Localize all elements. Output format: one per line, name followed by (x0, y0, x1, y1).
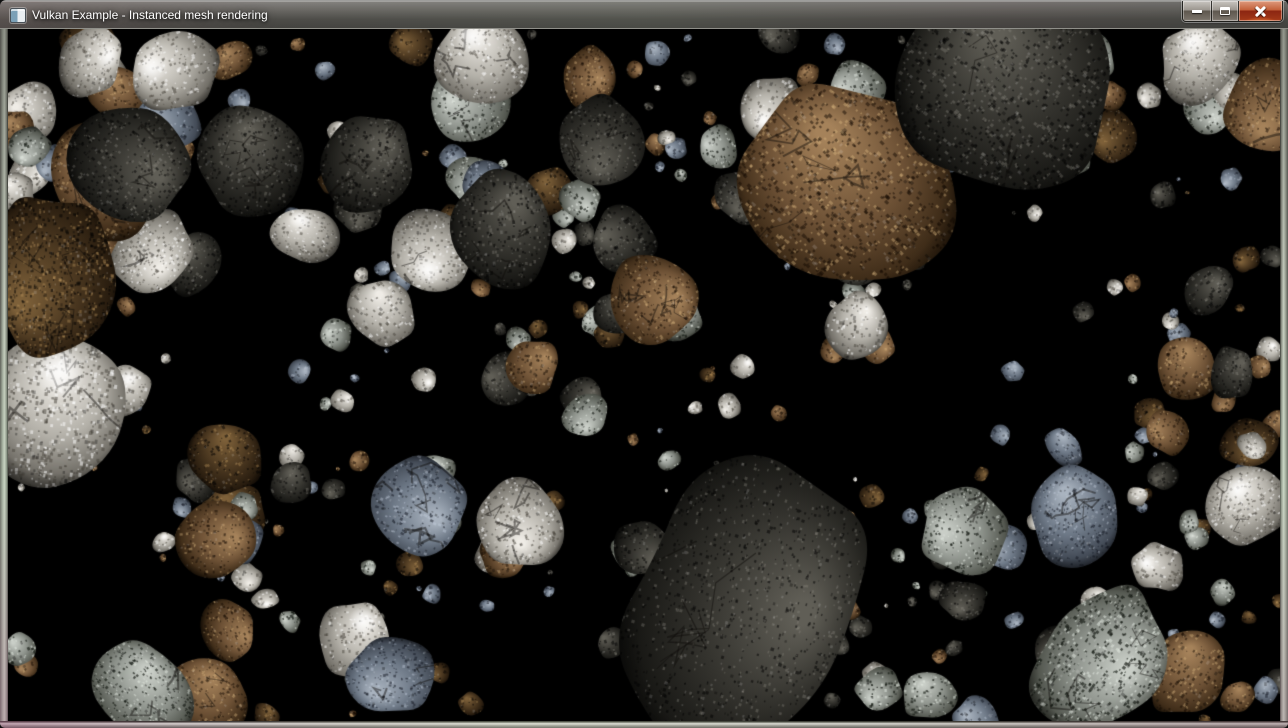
app-icon[interactable] (10, 8, 26, 23)
caption-buttons (1182, 1, 1283, 22)
minimize-button[interactable] (1183, 1, 1212, 21)
close-icon (1254, 4, 1268, 18)
window-resize-border-left[interactable] (0, 29, 8, 721)
maximize-button[interactable] (1212, 1, 1239, 21)
window-resize-border-right[interactable] (1280, 29, 1288, 721)
render-viewport[interactable] (8, 29, 1280, 721)
maximize-icon (1220, 7, 1230, 15)
titlebar[interactable]: Vulkan Example - Instanced mesh renderin… (0, 0, 1288, 29)
window-title: Vulkan Example - Instanced mesh renderin… (32, 2, 268, 29)
minimize-icon (1192, 10, 1202, 13)
close-button[interactable] (1239, 1, 1282, 21)
window-resize-border-bottom[interactable] (0, 721, 1288, 728)
application-window: Vulkan Example - Instanced mesh renderin… (0, 0, 1288, 728)
